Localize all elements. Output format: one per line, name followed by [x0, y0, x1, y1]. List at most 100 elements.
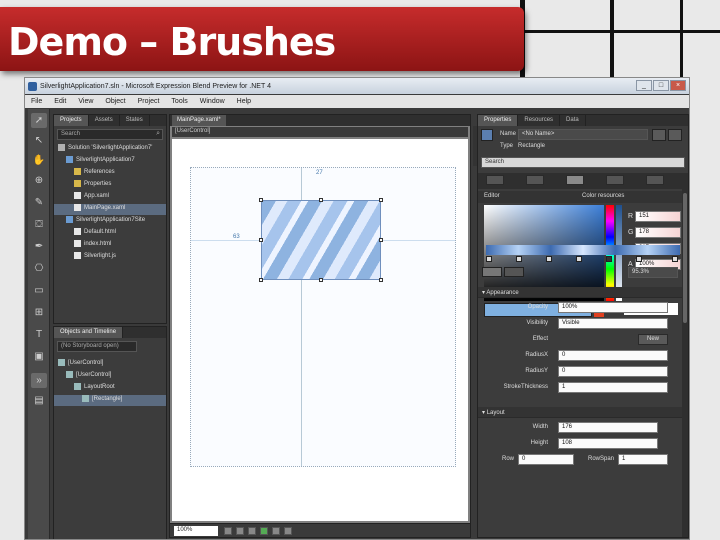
- properties-search-input[interactable]: Search: [481, 157, 685, 168]
- gradient-stop-offset[interactable]: 95.3%: [628, 267, 678, 278]
- scope-breadcrumb[interactable]: [UserControl]: [172, 127, 468, 137]
- minimize-button[interactable]: _: [636, 80, 652, 91]
- menu-tools[interactable]: Tools: [171, 98, 187, 108]
- effect-new-button[interactable]: New: [638, 334, 668, 345]
- zoom-select[interactable]: 100%: [174, 526, 218, 536]
- properties-pin-icon[interactable]: [652, 129, 666, 141]
- gradient-stop[interactable]: [636, 256, 642, 262]
- resize-handle[interactable]: [379, 238, 383, 242]
- tree-item[interactable]: Solution 'SilverlightApplication7': [54, 144, 166, 155]
- radial-gradient-button[interactable]: [504, 267, 524, 277]
- menu-file[interactable]: File: [31, 98, 42, 108]
- rowspan-input[interactable]: 1: [618, 454, 668, 465]
- selected-rectangle[interactable]: [261, 200, 381, 280]
- tree-item[interactable]: SilverlightApplication7: [54, 156, 166, 167]
- resize-handle[interactable]: [319, 278, 323, 282]
- resize-handle[interactable]: [259, 278, 263, 282]
- resize-handle[interactable]: [259, 198, 263, 202]
- properties-scrollbar[interactable]: [682, 173, 688, 537]
- appearance-section-header[interactable]: ▾ Appearance: [478, 287, 688, 298]
- tree-item[interactable]: index.html: [54, 240, 166, 251]
- color-resources-dropdown[interactable]: Color resources: [582, 193, 624, 199]
- design-canvas[interactable]: 27 63: [172, 139, 468, 521]
- row-input[interactable]: 0: [518, 454, 574, 465]
- brush-stroke-tab[interactable]: [526, 175, 544, 185]
- gradient-stop[interactable]: [672, 256, 678, 262]
- assets-tool-icon[interactable]: »: [31, 373, 47, 388]
- width-input[interactable]: 176: [558, 422, 658, 433]
- name-input[interactable]: <No Name>: [518, 129, 648, 140]
- pan-tool-icon[interactable]: ✋: [31, 153, 47, 168]
- tab-resources[interactable]: Resources: [518, 115, 561, 126]
- tree-item[interactable]: [UserControl]: [54, 371, 166, 382]
- tree-item[interactable]: Default.html: [54, 228, 166, 239]
- snap-lines-icon[interactable]: [260, 527, 268, 535]
- menu-window[interactable]: Window: [200, 98, 225, 108]
- annotations-icon[interactable]: [272, 527, 280, 535]
- pen-tool-icon[interactable]: ✒: [31, 239, 47, 254]
- tab-assets[interactable]: Assets: [89, 115, 120, 126]
- tree-item[interactable]: App.xaml: [54, 192, 166, 203]
- eyedropper-tool-icon[interactable]: ✎: [31, 195, 47, 210]
- channel-g-input[interactable]: 178: [635, 227, 681, 238]
- tree-item[interactable]: References: [54, 168, 166, 179]
- effects-render-icon[interactable]: [236, 527, 244, 535]
- gradient-stop-selected[interactable]: [606, 256, 612, 262]
- tree-item[interactable]: SilverlightApplication7Site: [54, 216, 166, 227]
- radiusx-input[interactable]: 0: [558, 350, 668, 361]
- rectangle-tool-icon[interactable]: ▭: [31, 283, 47, 298]
- tab-properties[interactable]: Properties: [478, 115, 519, 126]
- projects-search-input[interactable]: Search ⌕: [57, 129, 163, 140]
- brush-fill-tab[interactable]: [486, 175, 504, 185]
- layout-section-header[interactable]: ▾ Layout: [478, 407, 688, 418]
- recent-asset-icon[interactable]: ▤: [31, 393, 47, 408]
- menu-help[interactable]: Help: [237, 98, 251, 108]
- events-icon[interactable]: [668, 129, 682, 141]
- tab-states[interactable]: States: [120, 115, 150, 126]
- grid-tool-icon[interactable]: ⊞: [31, 305, 47, 320]
- resize-handle[interactable]: [319, 198, 323, 202]
- zoom-tool-icon[interactable]: ⊕: [31, 173, 47, 188]
- control-tool-icon[interactable]: ▣: [31, 349, 47, 364]
- visibility-select[interactable]: Visible: [558, 318, 668, 329]
- radiusy-input[interactable]: 0: [558, 366, 668, 377]
- brush-tile-tab[interactable]: [606, 175, 624, 185]
- menu-edit[interactable]: Edit: [54, 98, 66, 108]
- snap-points-icon[interactable]: [284, 527, 292, 535]
- resize-handle[interactable]: [379, 278, 383, 282]
- tree-item[interactable]: [Rectangle]: [54, 395, 166, 406]
- tree-item[interactable]: MainPage.xaml: [54, 204, 166, 215]
- tree-item[interactable]: Properties: [54, 180, 166, 191]
- stroke-thickness-input[interactable]: 1: [558, 382, 668, 393]
- brush-resource-tab[interactable]: [646, 175, 664, 185]
- direct-selection-tool-icon[interactable]: ↖: [31, 133, 47, 148]
- tab-data[interactable]: Data: [560, 115, 586, 126]
- tree-item[interactable]: Silverlight.js: [54, 252, 166, 263]
- brush-transform-tool-icon[interactable]: ⎔: [31, 261, 47, 276]
- selection-tool-icon[interactable]: ➚: [31, 113, 47, 128]
- opacity-input[interactable]: 100%: [558, 302, 668, 313]
- channel-r-input[interactable]: 151: [635, 211, 681, 222]
- gradient-stop[interactable]: [576, 256, 582, 262]
- gradient-bar[interactable]: [486, 245, 680, 255]
- menu-object[interactable]: Object: [105, 98, 125, 108]
- show-grid-icon[interactable]: [248, 527, 256, 535]
- storyboard-picker[interactable]: (No Storyboard open): [57, 341, 137, 352]
- tree-item[interactable]: [UserControl]: [54, 359, 166, 370]
- menu-project[interactable]: Project: [138, 98, 160, 108]
- maximize-button[interactable]: □: [653, 80, 669, 91]
- menu-view[interactable]: View: [78, 98, 93, 108]
- paint-bucket-tool-icon[interactable]: ⛋: [31, 217, 47, 232]
- gradient-stop[interactable]: [546, 256, 552, 262]
- resize-handle[interactable]: [379, 198, 383, 202]
- brush-gradient-tab[interactable]: [566, 175, 584, 185]
- resize-handle[interactable]: [259, 238, 263, 242]
- linear-gradient-button[interactable]: [482, 267, 502, 277]
- text-tool-icon[interactable]: T: [31, 327, 47, 342]
- document-tab[interactable]: MainPage.xaml*: [172, 115, 226, 126]
- close-button[interactable]: ×: [670, 80, 686, 91]
- gradient-stop[interactable]: [486, 256, 492, 262]
- tab-projects[interactable]: Projects: [54, 115, 89, 126]
- tree-item[interactable]: LayoutRoot: [54, 383, 166, 394]
- snap-grid-icon[interactable]: [224, 527, 232, 535]
